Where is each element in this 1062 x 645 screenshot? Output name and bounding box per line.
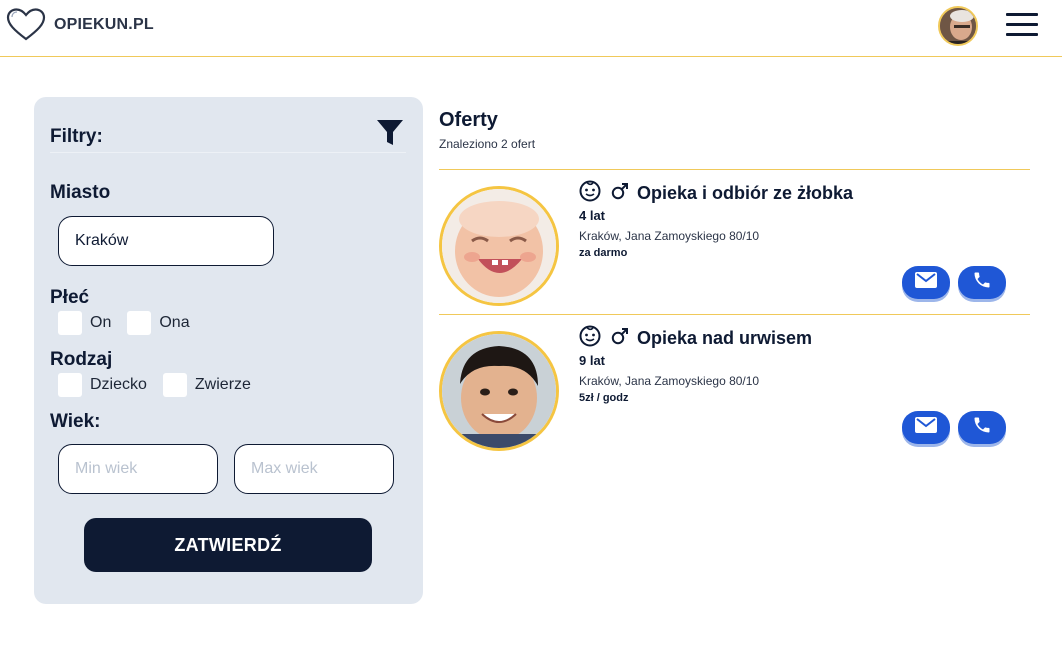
phone-icon bbox=[972, 415, 992, 440]
call-button[interactable] bbox=[958, 266, 1006, 299]
mail-icon bbox=[915, 272, 937, 293]
age-label: Wiek: bbox=[50, 411, 101, 432]
gender-label: Płeć bbox=[50, 287, 90, 308]
male-icon bbox=[611, 327, 629, 350]
offer-title-row: Opieka nad urwisem bbox=[579, 325, 812, 352]
gender-ona-label: Ona bbox=[159, 314, 190, 331]
logo-text: OPIEKUN.PL bbox=[54, 16, 154, 33]
submit-button[interactable]: ZATWIERDŹ bbox=[84, 518, 372, 572]
call-button[interactable] bbox=[958, 411, 1006, 444]
offer-card[interactable]: Opieka i odbiór ze żłobka 4 lat Kraków, … bbox=[439, 169, 1030, 314]
offer-card[interactable]: Opieka nad urwisem 9 lat Kraków, Jana Za… bbox=[439, 314, 1030, 459]
offer-title[interactable]: Opieka i odbiór ze żłobka bbox=[637, 183, 853, 204]
offer-photo bbox=[439, 186, 559, 306]
type-label: Rodzaj bbox=[50, 349, 113, 370]
mail-icon bbox=[915, 417, 937, 438]
min-age-input[interactable] bbox=[58, 444, 218, 494]
gender-options: On Ona bbox=[58, 311, 206, 335]
offer-age: 9 lat bbox=[579, 353, 606, 368]
avatar[interactable] bbox=[938, 6, 978, 46]
email-button[interactable] bbox=[902, 411, 950, 444]
gender-ona-checkbox[interactable] bbox=[127, 311, 152, 335]
type-options: Dziecko Zwierze bbox=[58, 373, 267, 397]
child-face-icon bbox=[579, 180, 601, 207]
city-label: Miasto bbox=[50, 182, 111, 203]
offer-price: za darmo bbox=[579, 247, 628, 259]
heart-logo-icon bbox=[6, 8, 46, 42]
male-icon bbox=[611, 182, 629, 205]
type-dziecko-label: Dziecko bbox=[90, 376, 147, 393]
gender-on-label: On bbox=[90, 314, 112, 331]
phone-icon bbox=[972, 270, 992, 295]
offer-title[interactable]: Opieka nad urwisem bbox=[637, 328, 812, 349]
child-face-icon bbox=[579, 325, 601, 352]
filter-header: Filtry: bbox=[50, 115, 406, 153]
funnel-icon[interactable] bbox=[376, 118, 404, 153]
gender-on-checkbox[interactable] bbox=[58, 311, 82, 335]
offer-title-row: Opieka i odbiór ze żłobka bbox=[579, 180, 853, 207]
max-age-input[interactable] bbox=[234, 444, 394, 494]
offer-photo bbox=[439, 331, 559, 451]
type-zwierze-checkbox[interactable] bbox=[162, 373, 187, 397]
type-zwierze-label: Zwierze bbox=[194, 376, 251, 393]
top-bar: OPIEKUN.PL bbox=[0, 0, 1062, 57]
filter-panel: Filtry: Miasto Płeć On Ona Rodzaj Dzieck… bbox=[34, 97, 423, 604]
filter-title: Filtry: bbox=[50, 126, 103, 147]
offer-address: Kraków, Jana Zamoyskiego 80/10 bbox=[579, 229, 760, 243]
offer-age: 4 lat bbox=[579, 208, 606, 223]
offers-count: Znaleziono 2 ofert bbox=[439, 137, 536, 151]
logo[interactable]: OPIEKUN.PL bbox=[6, 8, 154, 42]
email-button[interactable] bbox=[902, 266, 950, 299]
offer-price: 5zł / godz bbox=[579, 392, 629, 404]
offers-title: Oferty bbox=[439, 109, 498, 131]
offer-address: Kraków, Jana Zamoyskiego 80/10 bbox=[579, 374, 760, 388]
city-input[interactable] bbox=[58, 216, 274, 266]
type-dziecko-checkbox[interactable] bbox=[58, 373, 82, 397]
hamburger-menu-icon[interactable] bbox=[1006, 13, 1038, 37]
